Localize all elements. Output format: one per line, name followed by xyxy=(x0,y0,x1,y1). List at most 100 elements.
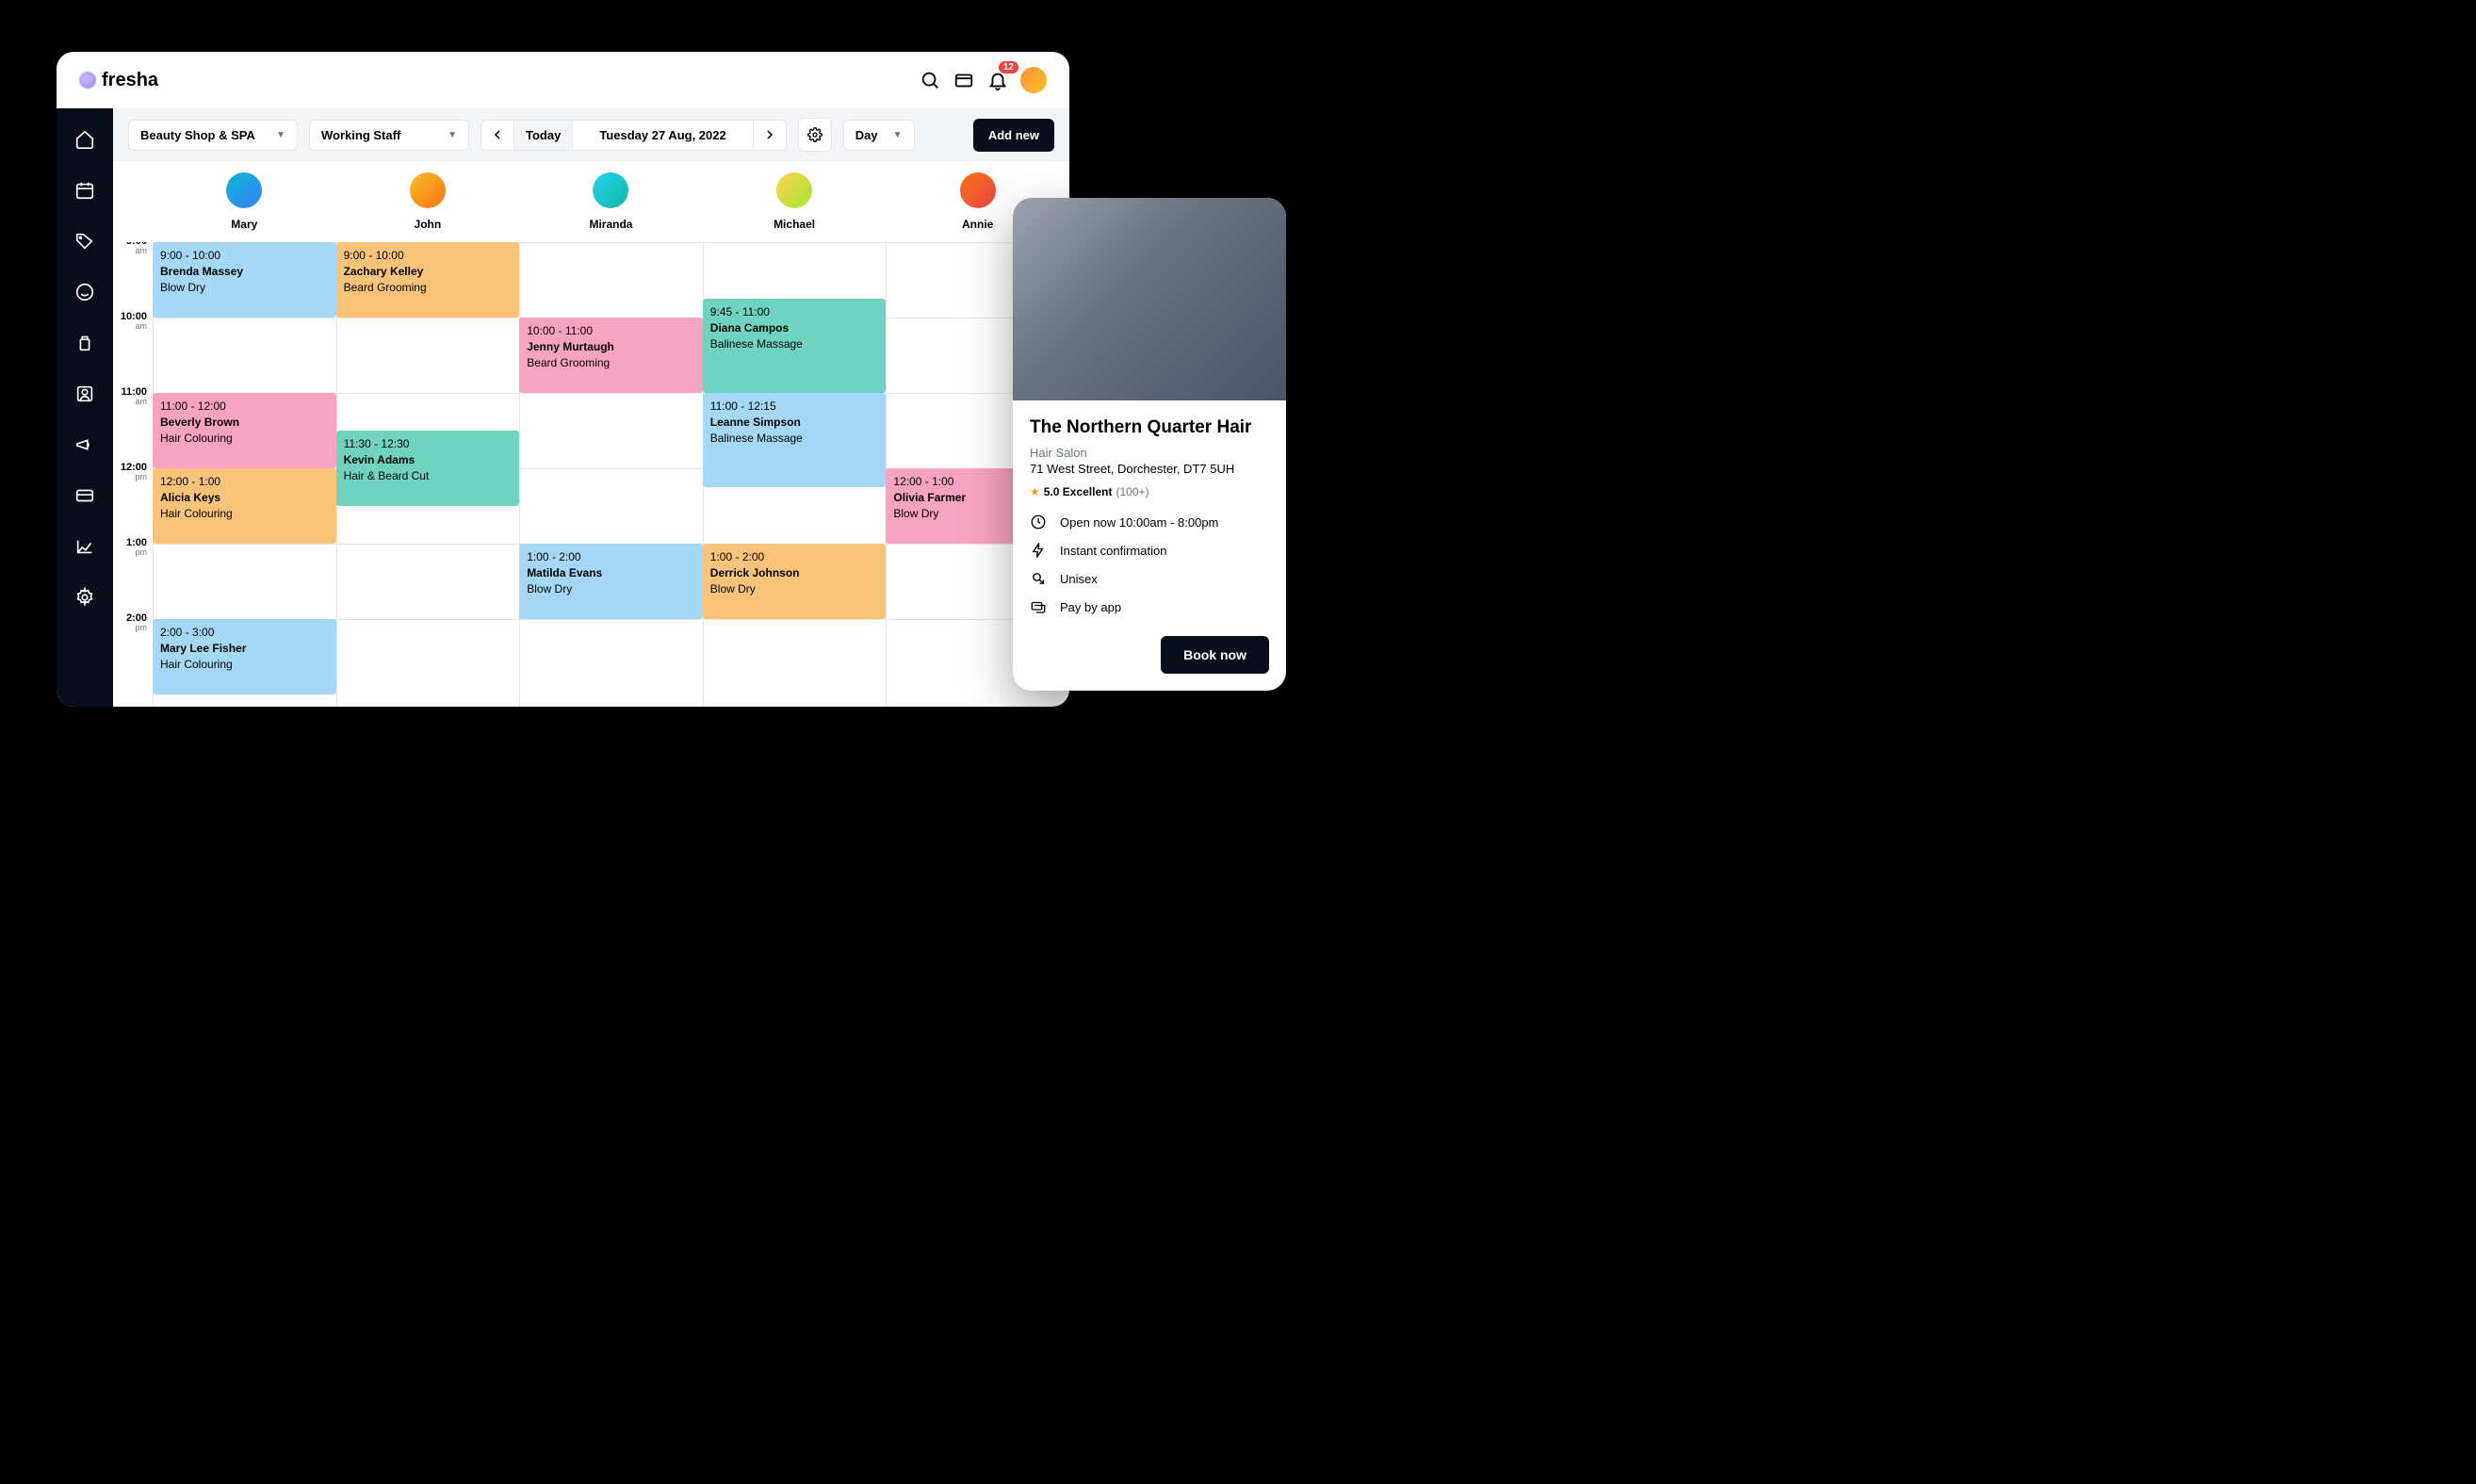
event-service: Beard Grooming xyxy=(344,280,513,295)
staff-avatar xyxy=(410,172,446,208)
payment-text: Pay by app xyxy=(1060,600,1121,614)
main-app-window: fresha 12 xyxy=(57,52,1069,707)
chevron-down-icon: ▼ xyxy=(448,130,457,140)
contact-icon[interactable] xyxy=(73,382,97,406)
megaphone-icon[interactable] xyxy=(73,432,97,457)
event-service: Hair & Beard Cut xyxy=(344,468,513,483)
prev-date-button[interactable] xyxy=(481,121,514,150)
calendar-event[interactable]: 1:00 - 2:00Matilda EvansBlow Dry xyxy=(519,544,703,619)
staff-column[interactable]: Michael xyxy=(703,161,887,242)
search-icon[interactable] xyxy=(919,69,941,91)
business-popup: The Northern Quarter Hair Hair Salon 71 … xyxy=(1013,198,1286,691)
gender-text: Unisex xyxy=(1060,572,1098,586)
event-time: 9:00 - 10:00 xyxy=(160,248,329,263)
event-client-name: Leanne Simpson xyxy=(710,415,879,430)
user-avatar[interactable] xyxy=(1020,67,1047,93)
event-time: 1:00 - 2:00 xyxy=(527,549,695,564)
calendar-event[interactable]: 11:00 - 12:15Leanne SimpsonBalinese Mass… xyxy=(703,393,887,487)
calendar-event[interactable]: 9:00 - 10:00Zachary KelleyBeard Grooming xyxy=(336,242,520,318)
rating-count: (100+) xyxy=(1116,485,1148,498)
event-time: 9:45 - 11:00 xyxy=(710,304,879,319)
calendar-event[interactable]: 11:30 - 12:30Kevin AdamsHair & Beard Cut xyxy=(336,431,520,506)
logo[interactable]: fresha xyxy=(79,70,158,91)
next-date-button[interactable] xyxy=(754,121,786,150)
staff-avatar xyxy=(776,172,812,208)
event-service: Hair Colouring xyxy=(160,506,329,521)
event-time: 11:30 - 12:30 xyxy=(344,436,513,451)
staff-filter-label: Working Staff xyxy=(321,128,400,142)
event-client-name: Matilda Evans xyxy=(527,565,695,580)
staff-column[interactable]: Mary xyxy=(153,161,336,242)
staff-name-label: Mary xyxy=(153,218,336,231)
pay-icon xyxy=(1030,598,1047,615)
calendar-grid: 9:00am10:00am11:00am12:00pm1:00pm2:00pm … xyxy=(113,242,1069,707)
event-time: 2:00 - 3:00 xyxy=(160,625,329,640)
event-service: Balinese Massage xyxy=(710,431,879,446)
time-label: 2:00pm xyxy=(126,613,147,632)
event-service: Blow Dry xyxy=(527,581,695,596)
staff-name-label: Miranda xyxy=(519,218,703,231)
confirmation-text: Instant confirmation xyxy=(1060,544,1166,558)
event-client-name: Diana Campos xyxy=(710,320,879,335)
home-icon[interactable] xyxy=(73,127,97,152)
event-service: Blow Dry xyxy=(160,280,329,295)
event-service: Beard Grooming xyxy=(527,355,695,370)
staff-column[interactable]: John xyxy=(336,161,520,242)
open-hours-text: Open now 10:00am - 8:00pm xyxy=(1060,515,1218,530)
settings-button[interactable] xyxy=(798,118,832,152)
time-label: 10:00am xyxy=(121,312,147,331)
staff-name-label: Michael xyxy=(703,218,887,231)
event-client-name: Zachary Kelley xyxy=(344,264,513,279)
bell-icon[interactable]: 12 xyxy=(986,69,1009,91)
business-photo xyxy=(1013,198,1286,400)
clock-icon xyxy=(1030,514,1047,530)
card-icon[interactable] xyxy=(73,483,97,508)
book-now-button[interactable]: Book now xyxy=(1161,636,1269,674)
calendar-event[interactable]: 9:45 - 11:00Diana CamposBalinese Massage xyxy=(703,299,887,393)
staff-avatar xyxy=(960,172,996,208)
staff-filter-select[interactable]: Working Staff ▼ xyxy=(309,120,469,151)
staff-name-label: John xyxy=(336,218,520,231)
product-icon[interactable] xyxy=(73,331,97,355)
date-navigation: Today Tuesday 27 Aug, 2022 xyxy=(481,120,787,151)
business-category: Hair Salon xyxy=(1030,446,1269,460)
calendar-event[interactable]: 2:00 - 3:00Mary Lee FisherHair Colouring xyxy=(153,619,336,694)
event-client-name: Jenny Murtaugh xyxy=(527,339,695,354)
today-button[interactable]: Today xyxy=(514,121,573,150)
smile-icon[interactable] xyxy=(73,280,97,304)
business-address: 71 West Street, Dorchester, DT7 5UH xyxy=(1030,462,1269,476)
business-title: The Northern Quarter Hair xyxy=(1030,417,1269,438)
rating-row: ★ 5.0 Excellent (100+) xyxy=(1030,485,1269,498)
event-time: 11:00 - 12:00 xyxy=(160,399,329,414)
location-select[interactable]: Beauty Shop & SPA ▼ xyxy=(128,120,298,151)
add-new-button[interactable]: Add new xyxy=(973,119,1054,152)
staff-avatar xyxy=(593,172,628,208)
time-label: 1:00pm xyxy=(126,538,147,557)
event-grid[interactable]: 9:00 - 10:00Brenda MasseyBlow Dry9:00 - … xyxy=(153,242,1069,707)
time-label: 11:00am xyxy=(121,387,147,406)
time-label: 9:00am xyxy=(126,242,147,255)
event-time: 11:00 - 12:15 xyxy=(710,399,879,414)
event-time: 9:00 - 10:00 xyxy=(344,248,513,263)
calendar-icon[interactable] xyxy=(73,178,97,203)
calendar-event[interactable]: 11:00 - 12:00Beverly BrownHair Colouring xyxy=(153,393,336,468)
staff-column[interactable]: Miranda xyxy=(519,161,703,242)
event-service: Blow Dry xyxy=(710,581,879,596)
event-client-name: Alicia Keys xyxy=(160,490,329,505)
calendar-event[interactable]: 12:00 - 1:00Alicia KeysHair Colouring xyxy=(153,468,336,544)
event-time: 12:00 - 1:00 xyxy=(160,474,329,489)
tag-icon[interactable] xyxy=(73,229,97,253)
event-time: 10:00 - 11:00 xyxy=(527,323,695,338)
calendar-event[interactable]: 10:00 - 11:00Jenny MurtaughBeard Groomin… xyxy=(519,318,703,393)
calendar-event[interactable]: 1:00 - 2:00Derrick JohnsonBlow Dry xyxy=(703,544,887,619)
view-label: Day xyxy=(855,128,878,142)
calendar-event[interactable]: 9:00 - 10:00Brenda MasseyBlow Dry xyxy=(153,242,336,318)
chart-icon[interactable] xyxy=(73,534,97,559)
event-client-name: Mary Lee Fisher xyxy=(160,641,329,656)
date-display[interactable]: Tuesday 27 Aug, 2022 xyxy=(573,121,753,150)
view-select[interactable]: Day ▼ xyxy=(843,120,915,151)
open-hours-row: Open now 10:00am - 8:00pm xyxy=(1030,514,1269,530)
gear-icon[interactable] xyxy=(73,585,97,610)
confirmation-row: Instant confirmation xyxy=(1030,542,1269,559)
wallet-icon[interactable] xyxy=(953,69,975,91)
